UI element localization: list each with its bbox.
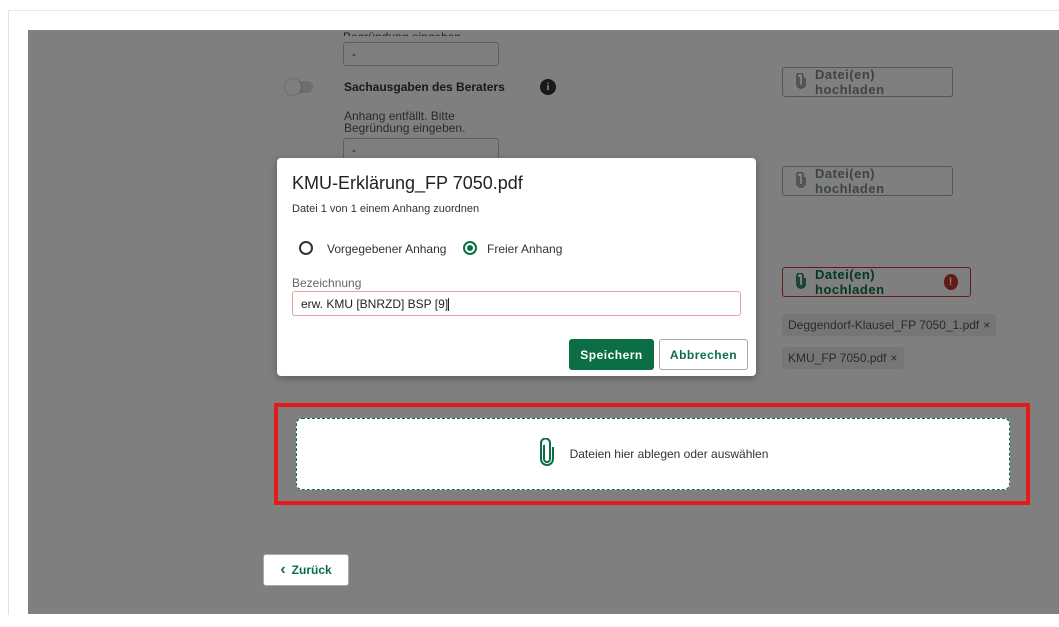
- paperclip-icon: [538, 437, 556, 471]
- cancel-button[interactable]: Abbrechen: [659, 339, 748, 370]
- chevron-left-icon: ‹: [280, 561, 286, 578]
- designation-value: erw. KMU [BNRZD] BSP [9]: [301, 297, 449, 311]
- radio-free-attachment[interactable]: [463, 241, 477, 255]
- radio-predefined-attachment[interactable]: [299, 241, 313, 255]
- dialog-title: KMU-Erklärung_FP 7050.pdf: [292, 173, 523, 193]
- designation-input[interactable]: erw. KMU [BNRZD] BSP [9]: [292, 291, 741, 316]
- radio-label-predefined[interactable]: Vorgegebener Anhang: [327, 242, 446, 256]
- assign-attachment-dialog: KMU-Erklärung_FP 7050.pdf Datei 1 von 1 …: [277, 158, 756, 376]
- file-dropzone[interactable]: Dateien hier ablegen oder auswählen: [296, 418, 1010, 490]
- back-button[interactable]: ‹ Zurück: [263, 554, 349, 586]
- save-button[interactable]: Speichern: [569, 339, 654, 370]
- designation-label: Bezeichnung: [292, 276, 362, 290]
- dropzone-text: Dateien hier ablegen oder auswählen: [569, 447, 769, 461]
- radio-label-free[interactable]: Freier Anhang: [487, 242, 562, 256]
- back-button-label: Zurück: [291, 563, 332, 577]
- text-caret: [448, 298, 450, 312]
- dialog-subtitle: Datei 1 von 1 einem Anhang zuordnen: [292, 203, 480, 215]
